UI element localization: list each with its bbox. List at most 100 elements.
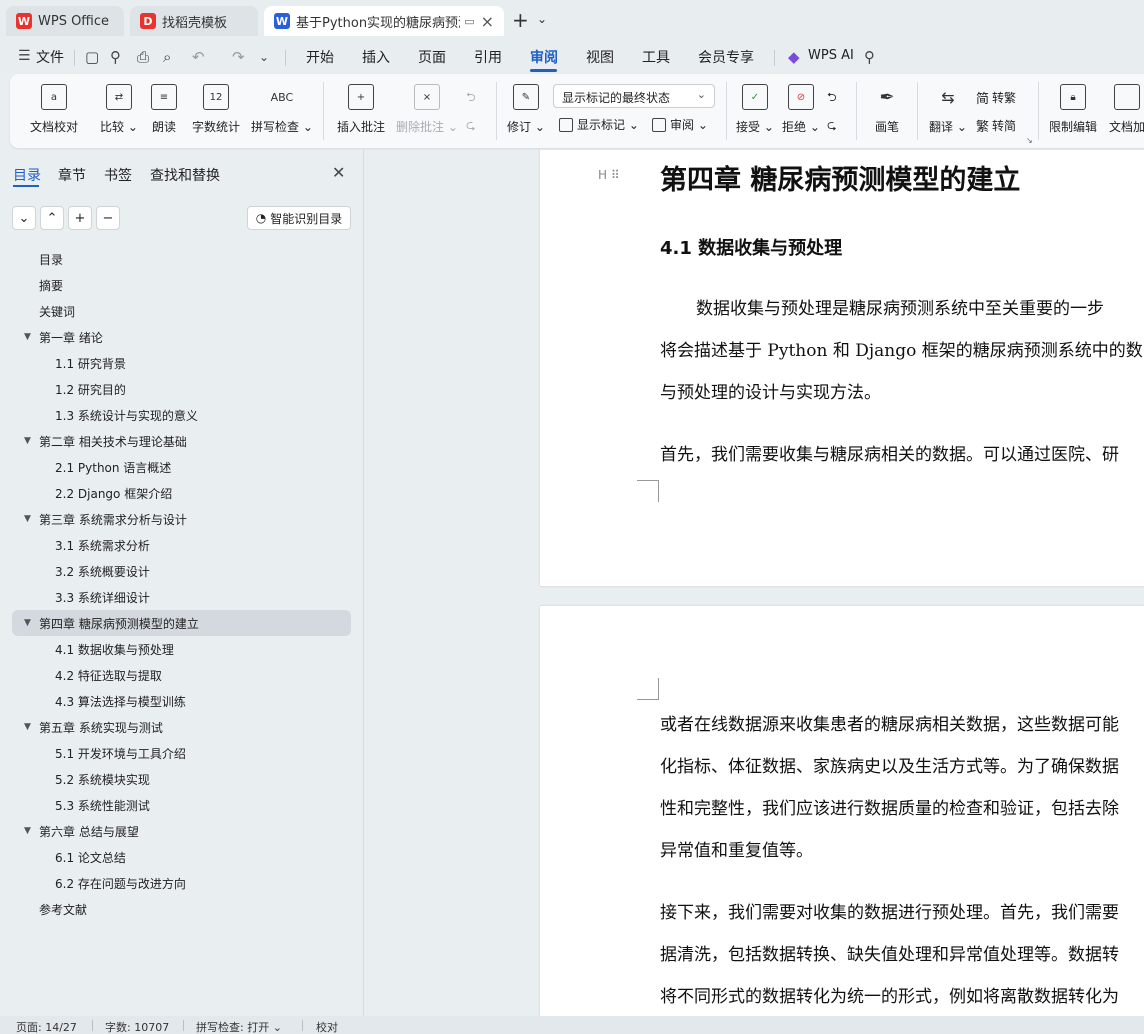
translate-button[interactable]: ⇆ 翻译 ⌄ <box>929 84 967 135</box>
toc-item[interactable]: 6.2 存在问题与改进方向 <box>0 870 364 896</box>
spell-check-indicator[interactable]: 拼写检查: 打开 ⌄ <box>196 1019 282 1034</box>
expand-corner-icon[interactable]: ↘ <box>1026 136 1033 145</box>
toc-item[interactable]: 4.2 特征选取与提取 <box>0 662 364 688</box>
toc-item[interactable]: ▼ 第四章 糖尿病预测模型的建立 <box>12 610 351 636</box>
toc-item[interactable]: 4.1 数据收集与预处理 <box>0 636 364 662</box>
toc-item[interactable]: 3.3 系统详细设计 <box>0 584 364 610</box>
pen-button[interactable]: ✒ 画笔 <box>874 84 900 135</box>
previous-comment-icon[interactable]: ⮌ <box>466 88 476 109</box>
menu-wps-ai[interactable]: WPS AI <box>808 48 854 63</box>
toc-item[interactable]: 5.3 系统性能测试 <box>0 792 364 818</box>
to-traditional-button[interactable]: 简 转繁 <box>976 88 1016 107</box>
wps-ai-icon[interactable]: ◆ <box>788 48 800 66</box>
redo-icon[interactable]: ↷ <box>232 48 245 66</box>
menu-view[interactable]: 视图 <box>586 47 614 67</box>
spell-check-button[interactable]: ABC 拼写检查 ⌄ <box>251 84 313 135</box>
nav-tab-bookmarks[interactable]: 书签 <box>104 165 132 185</box>
toc-item-label: 4.2 特征选取与提取 <box>55 668 162 683</box>
smart-toc-button[interactable]: ◔ 智能识别目录 <box>247 206 351 230</box>
toc-item[interactable]: ▼ 第五章 系统实现与测试 <box>0 714 364 740</box>
active-menu-indicator <box>530 69 557 72</box>
toc-item[interactable]: 3.2 系统概要设计 <box>0 558 364 584</box>
toc-item[interactable]: 3.1 系统需求分析 <box>0 532 364 558</box>
remove-heading-button[interactable]: − <box>96 206 120 230</box>
collapse-arrow-icon[interactable]: ▼ <box>24 722 31 732</box>
nav-tab-chapters[interactable]: 章节 <box>58 165 86 185</box>
toc-item[interactable]: 2.1 Python 语言概述 <box>0 454 364 480</box>
next-comment-icon[interactable]: ⮎ <box>466 116 476 137</box>
print-icon[interactable]: ⎙ <box>137 48 149 66</box>
menu-tools[interactable]: 工具 <box>642 47 670 67</box>
hamburger-icon[interactable]: ☰ <box>18 48 31 64</box>
heading-marker-icon[interactable]: H ⠿ <box>598 168 620 182</box>
toc-item[interactable]: ▼ 第六章 总结与展望 <box>0 818 364 844</box>
review-pane-label: 审阅 <box>670 118 695 132</box>
toc-item[interactable]: ▼ 第二章 相关技术与理论基础 <box>0 428 364 454</box>
menu-review[interactable]: 审阅 <box>530 47 558 67</box>
toc-item[interactable]: 摘要 <box>0 272 364 298</box>
share-icon[interactable]: ⚲ <box>110 48 121 66</box>
nav-tab-toc[interactable]: 目录 <box>13 165 41 185</box>
track-changes-button[interactable]: ✎ 修订 ⌄ <box>507 84 545 135</box>
toc-item[interactable]: 参考文献 <box>0 896 364 922</box>
close-icon[interactable]: ✕ <box>332 163 345 182</box>
toc-item[interactable]: ▼ 第一章 绪论 <box>0 324 364 350</box>
menu-member[interactable]: 会员专享 <box>698 47 754 67</box>
chevron-down-icon[interactable]: ⌄ <box>259 50 269 64</box>
collapse-arrow-icon[interactable]: ▼ <box>24 332 31 342</box>
collapse-arrow-icon[interactable]: ▼ <box>24 514 31 524</box>
search-icon[interactable]: ⚲ <box>864 48 875 66</box>
collapse-up-button[interactable]: ⌃ <box>40 206 64 230</box>
undo-icon[interactable]: ↶ <box>192 48 205 66</box>
menu-references[interactable]: 引用 <box>474 47 502 67</box>
toc-item[interactable]: 目录 <box>0 246 364 272</box>
toc-item[interactable]: 5.2 系统模块实现 <box>0 766 364 792</box>
close-icon[interactable]: × <box>475 12 494 31</box>
collapse-arrow-icon[interactable]: ▼ <box>24 436 31 446</box>
menu-page[interactable]: 页面 <box>418 47 446 67</box>
read-aloud-button[interactable]: ≡ 朗读 <box>151 84 177 135</box>
new-tab-icon[interactable]: + <box>512 8 529 32</box>
proofread-indicator[interactable]: 校对 <box>316 1019 338 1034</box>
expand-down-button[interactable]: ⌄ <box>12 206 36 230</box>
collapse-arrow-icon[interactable]: ▼ <box>24 826 31 836</box>
doc-encrypt-button[interactable]: 文档加 <box>1109 84 1144 135</box>
doc-check-button[interactable]: a 文档校对 <box>30 84 78 135</box>
page-indicator[interactable]: 页面: 14/27 <box>16 1019 77 1034</box>
chevron-down-icon[interactable]: ⌄ <box>537 12 547 26</box>
menu-home[interactable]: 开始 <box>306 47 334 67</box>
add-heading-button[interactable]: + <box>68 206 92 230</box>
insert-comment-button[interactable]: + 插入批注 <box>337 84 385 135</box>
tab-docer-template[interactable]: D 找稻壳模板 <box>130 6 258 36</box>
delete-comment-button[interactable]: × 删除批注 ⌄ <box>396 84 458 135</box>
tab-current-document[interactable]: W 基于Python实现的糖尿病预测 ▭ × <box>264 6 504 36</box>
nav-tab-find-replace[interactable]: 查找和替换 <box>150 165 220 185</box>
toc-item[interactable]: 2.2 Django 框架介绍 <box>0 480 364 506</box>
collapse-arrow-icon[interactable]: ▼ <box>24 618 31 628</box>
tab-wps-office[interactable]: W WPS Office <box>6 6 124 36</box>
toc-item[interactable]: 1.2 研究目的 <box>0 376 364 402</box>
reject-button[interactable]: ⊘ 拒绝 ⌄ <box>782 84 820 135</box>
show-markup-button[interactable]: 显示标记 ⌄ <box>559 116 639 133</box>
toc-item[interactable]: 6.1 论文总结 <box>0 844 364 870</box>
toc-item[interactable]: 5.1 开发环境与工具介绍 <box>0 740 364 766</box>
review-pane-button[interactable]: 审阅 ⌄ <box>652 116 708 133</box>
toc-item[interactable]: 关键词 <box>0 298 364 324</box>
next-change-icon[interactable]: ⮎ <box>827 116 837 137</box>
accept-button[interactable]: ✓ 接受 ⌄ <box>736 84 774 135</box>
toc-item[interactable]: 1.1 研究背景 <box>0 350 364 376</box>
save-icon[interactable]: ▢ <box>85 48 99 66</box>
restrict-edit-button[interactable]: 🔒︎ 限制编辑 <box>1049 84 1097 135</box>
toc-item[interactable]: ▼ 第三章 系统需求分析与设计 <box>0 506 364 532</box>
compare-button[interactable]: ⇄ 比较 ⌄ <box>100 84 138 135</box>
print-preview-icon[interactable]: ⌕ <box>163 48 171 66</box>
word-count-indicator[interactable]: 字数: 10707 <box>105 1019 169 1034</box>
word-count-button[interactable]: 12 字数统计 <box>192 84 240 135</box>
to-simplified-button[interactable]: 繁 转简 <box>976 116 1016 135</box>
previous-change-icon[interactable]: ⮌ <box>827 88 837 109</box>
markup-display-select[interactable]: 显示标记的最终状态 ⌄ <box>553 84 715 108</box>
toc-item[interactable]: 1.3 系统设计与实现的意义 <box>0 402 364 428</box>
menu-insert[interactable]: 插入 <box>362 47 390 67</box>
menu-file[interactable]: 文件 <box>36 47 64 67</box>
toc-item[interactable]: 4.3 算法选择与模型训练 <box>0 688 364 714</box>
